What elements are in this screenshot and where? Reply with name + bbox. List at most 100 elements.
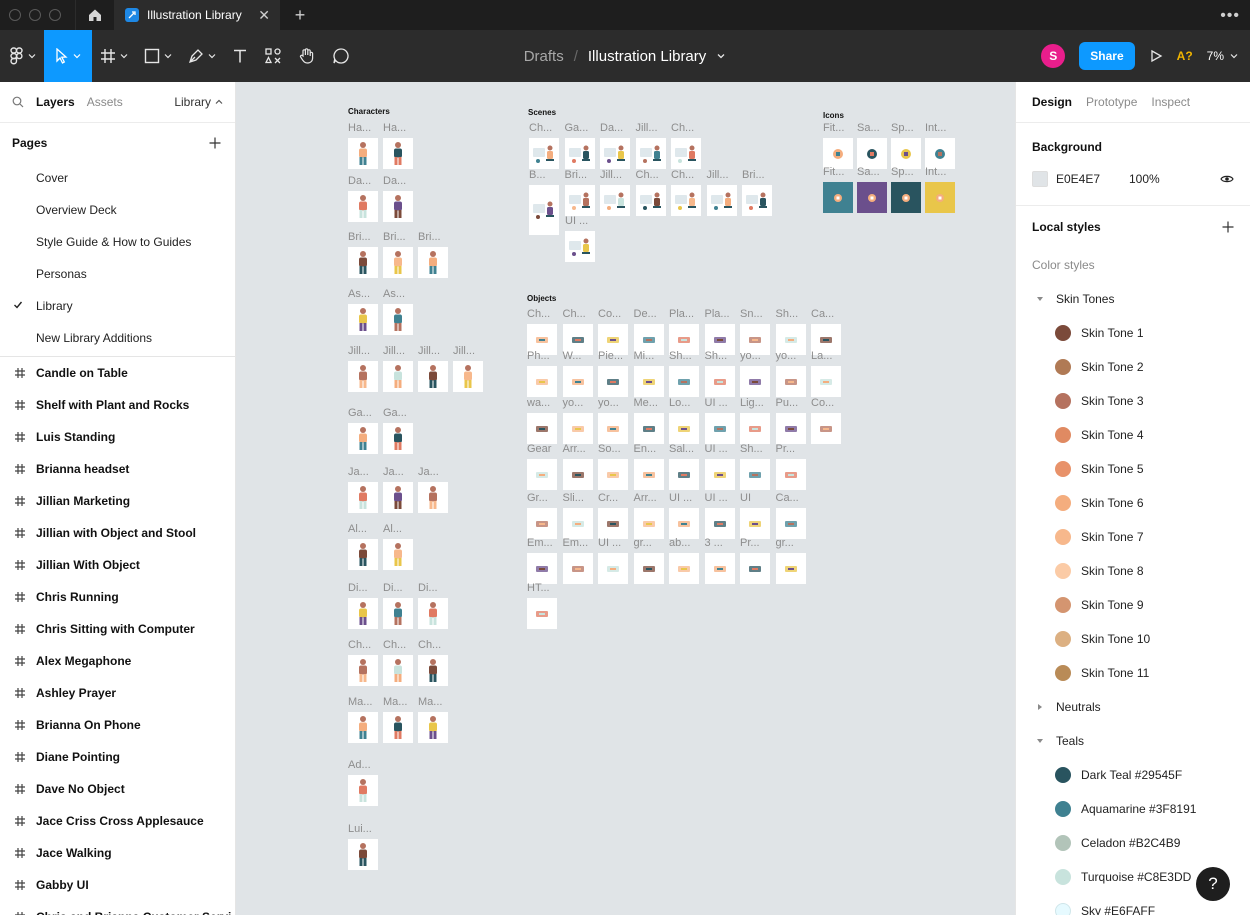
background-swatch[interactable]	[1032, 171, 1048, 187]
layer-item[interactable]: Alex Megaphone	[0, 645, 235, 677]
component-thumbnail[interactable]	[418, 361, 448, 392]
avatar[interactable]: S	[1041, 44, 1066, 68]
component-thumbnail[interactable]	[857, 138, 887, 169]
component-thumbnail[interactable]	[562, 553, 593, 584]
component-thumbnail[interactable]	[823, 138, 853, 169]
component-thumbnail[interactable]	[600, 185, 630, 216]
eye-icon[interactable]	[1220, 174, 1234, 184]
color-style-item[interactable]: Celadon #B2C4B9	[1032, 826, 1234, 860]
component-thumbnail[interactable]	[383, 482, 413, 513]
layer-item[interactable]: Diane Pointing	[0, 741, 235, 773]
layer-item[interactable]: Ashley Prayer	[0, 677, 235, 709]
layer-item[interactable]: Gabby UI	[0, 869, 235, 901]
component-thumbnail[interactable]	[348, 361, 378, 392]
library-dropdown[interactable]: Library	[174, 95, 223, 109]
style-group[interactable]: Teals	[1032, 724, 1234, 758]
component-thumbnail[interactable]	[671, 185, 701, 216]
component-thumbnail[interactable]	[348, 247, 378, 278]
add-page-icon[interactable]	[209, 137, 221, 149]
color-style-item[interactable]: Skin Tone 10	[1032, 622, 1234, 656]
layer-item[interactable]: Jillian Marketing	[0, 485, 235, 517]
component-thumbnail[interactable]	[527, 366, 557, 397]
color-style-item[interactable]: Dark Teal #29545F	[1032, 758, 1234, 792]
component-thumbnail[interactable]	[383, 598, 413, 629]
component-thumbnail[interactable]	[671, 138, 701, 169]
layer-item[interactable]: Brianna On Phone	[0, 709, 235, 741]
layer-item[interactable]: Dave No Object	[0, 773, 235, 805]
component-thumbnail[interactable]	[383, 539, 413, 570]
component-thumbnail[interactable]	[740, 553, 770, 584]
component-thumbnail[interactable]	[598, 413, 628, 444]
component-thumbnail[interactable]	[633, 553, 664, 584]
component-thumbnail[interactable]	[811, 366, 841, 397]
component-thumbnail[interactable]	[633, 459, 664, 490]
zoom-window-icon[interactable]	[49, 9, 61, 21]
style-group[interactable]: Neutrals	[1032, 690, 1234, 724]
component-thumbnail[interactable]	[669, 366, 699, 397]
component-thumbnail[interactable]	[383, 423, 413, 454]
color-style-item[interactable]: Skin Tone 1	[1032, 316, 1234, 350]
minimize-window-icon[interactable]	[29, 9, 41, 21]
tab-layers[interactable]: Layers	[36, 95, 75, 109]
layer-item[interactable]: Chris Sitting with Computer	[0, 613, 235, 645]
new-tab-button[interactable]: +	[280, 5, 320, 26]
component-thumbnail[interactable]	[348, 482, 378, 513]
component-thumbnail[interactable]	[348, 712, 378, 743]
component-thumbnail[interactable]	[418, 598, 448, 629]
zoom-dropdown[interactable]: 7%	[1207, 49, 1238, 63]
resources-tool[interactable]	[256, 30, 290, 82]
more-options-icon[interactable]: •••	[1220, 7, 1240, 25]
component-thumbnail[interactable]	[704, 553, 735, 584]
component-thumbnail[interactable]	[669, 553, 699, 584]
component-thumbnail[interactable]	[418, 247, 448, 278]
component-thumbnail[interactable]	[740, 459, 770, 490]
background-hex-input[interactable]: E0E4E7	[1056, 172, 1121, 186]
component-thumbnail[interactable]	[562, 366, 593, 397]
page-item[interactable]: New Library Additions	[0, 322, 235, 354]
layer-item[interactable]: Jace Criss Cross Applesauce	[0, 805, 235, 837]
component-thumbnail[interactable]	[742, 185, 772, 216]
component-thumbnail[interactable]	[633, 413, 664, 444]
component-thumbnail[interactable]	[527, 508, 557, 539]
color-style-item[interactable]: Skin Tone 5	[1032, 452, 1234, 486]
color-style-item[interactable]: Skin Tone 7	[1032, 520, 1234, 554]
component-thumbnail[interactable]	[348, 138, 378, 169]
component-thumbnail[interactable]	[348, 304, 378, 335]
background-opacity-input[interactable]: 100%	[1129, 172, 1212, 186]
component-thumbnail[interactable]	[600, 138, 630, 169]
component-thumbnail[interactable]	[669, 413, 699, 444]
component-thumbnail[interactable]	[348, 775, 378, 806]
tab-assets[interactable]: Assets	[87, 95, 123, 109]
color-style-item[interactable]: Skin Tone 9	[1032, 588, 1234, 622]
color-style-item[interactable]: Skin Tone 4	[1032, 418, 1234, 452]
main-menu-button[interactable]	[0, 30, 44, 82]
file-name[interactable]: Illustration Library	[588, 48, 706, 65]
component-thumbnail[interactable]	[740, 366, 770, 397]
move-tool[interactable]	[44, 30, 92, 82]
search-icon[interactable]	[12, 96, 24, 108]
comment-tool[interactable]	[324, 30, 358, 82]
color-style-item[interactable]: Skin Tone 2	[1032, 350, 1234, 384]
component-thumbnail[interactable]	[348, 423, 378, 454]
tab-design[interactable]: Design	[1032, 95, 1072, 109]
color-style-item[interactable]: Skin Tone 3	[1032, 384, 1234, 418]
component-thumbnail[interactable]	[529, 185, 559, 235]
color-style-item[interactable]: Skin Tone 6	[1032, 486, 1234, 520]
component-thumbnail[interactable]	[704, 366, 735, 397]
component-thumbnail[interactable]	[348, 539, 378, 570]
tab-inspect[interactable]: Inspect	[1151, 95, 1190, 109]
layer-item[interactable]: Shelf with Plant and Rocks	[0, 389, 235, 421]
share-button[interactable]: Share	[1079, 42, 1135, 70]
frame-tool[interactable]	[92, 30, 136, 82]
component-thumbnail[interactable]	[383, 361, 413, 392]
component-thumbnail[interactable]	[383, 655, 413, 686]
help-button[interactable]: ?	[1196, 867, 1230, 901]
component-thumbnail[interactable]	[775, 508, 806, 539]
component-thumbnail[interactable]	[527, 553, 557, 584]
shape-tool[interactable]	[136, 30, 180, 82]
component-thumbnail[interactable]	[775, 553, 806, 584]
component-thumbnail[interactable]	[598, 366, 628, 397]
file-tab[interactable]: Illustration Library ✕	[115, 0, 280, 30]
component-thumbnail[interactable]	[891, 138, 921, 169]
layer-item[interactable]: Chris and Brianna Customer Servi...	[0, 901, 235, 915]
